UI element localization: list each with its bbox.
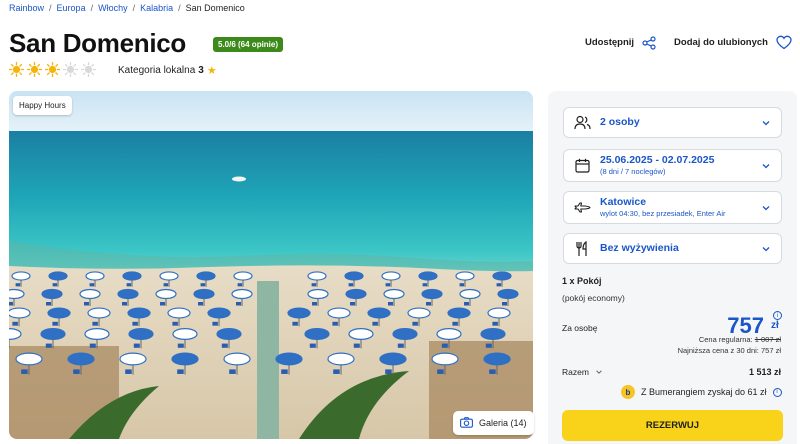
gallery-label: Galeria (14) [479, 418, 527, 428]
beach-photo [9, 91, 533, 439]
gallery-button[interactable]: Galeria (14) [453, 411, 534, 435]
lowest-price-30-days: Najniższa cena z 30 dni: 757 zł [677, 346, 781, 355]
flight-info: wylot 04:30, bez przesiadek, Enter Air [600, 209, 726, 218]
category-value: 3 [198, 65, 204, 76]
breadcrumb-separator: / [90, 3, 94, 13]
happy-hours-badge: Happy Hours [13, 96, 72, 115]
regular-price: Cena regularna: 1 007 zł [699, 335, 781, 344]
price-currency: zł [771, 320, 779, 331]
bumerang-text: Z Bumerangiem zyskaj do 61 zł [641, 387, 767, 397]
sun-empty-icon [81, 62, 96, 77]
category-label: Kategoria lokalna [118, 65, 196, 76]
breadcrumb-europa[interactable]: Europa [57, 3, 86, 13]
users-icon [573, 114, 591, 132]
airplane-icon [573, 199, 591, 217]
sun-filled-icon [27, 62, 42, 77]
top-actions: Udostępnij Dodaj do ulubionych [585, 35, 792, 50]
bumerang-logo-icon: b [621, 385, 635, 399]
favorite-label: Dodaj do ulubionych [674, 37, 768, 48]
share-label: Udostępnij [584, 37, 635, 48]
sun-rating [9, 62, 96, 77]
share-button[interactable]: Udostępnij [584, 35, 656, 50]
regular-price-label: Cena regularna: [698, 335, 753, 344]
hotel-photo[interactable] [9, 91, 533, 439]
star-icon: ★ [206, 65, 217, 77]
sun-empty-icon [63, 62, 78, 77]
chevron-down-icon [762, 163, 770, 168]
board-select[interactable]: Bez wyżywienia [563, 233, 782, 264]
dates-value: 25.06.2025 - 02.07.2025 [600, 154, 715, 166]
guests-value: 2 osoby [600, 116, 640, 128]
chevron-down-icon [762, 205, 770, 210]
total-price: 1 513 zł [748, 367, 781, 377]
total-label: Razem [562, 367, 589, 377]
per-person-label: Za osobę [562, 323, 598, 333]
chevron-down-icon [762, 120, 770, 125]
breadcrumb-rainbow[interactable]: Rainbow [9, 3, 44, 13]
dates-select[interactable]: 25.06.2025 - 02.07.2025 (8 dni / 7 nocle… [563, 149, 782, 182]
chevron-down-icon [596, 370, 602, 374]
departure-select[interactable]: Katowice wylot 04:30, bez przesiadek, En… [563, 191, 782, 224]
room-count: 1 x Pokój [562, 276, 602, 286]
chevron-down-icon [762, 246, 770, 251]
calendar-icon [573, 157, 591, 175]
room-type: (pokój economy) [562, 293, 625, 303]
breadcrumb: Rainbow / Europa / Włochy / Kalabria / S… [9, 3, 245, 13]
heart-icon [776, 35, 792, 50]
favorite-button[interactable]: Dodaj do ulubionych [674, 35, 792, 50]
guests-select[interactable]: 2 osoby [563, 107, 782, 138]
board-value: Bez wyżywienia [600, 242, 679, 254]
sun-filled-icon [45, 62, 60, 77]
breadcrumb-separator: / [178, 3, 181, 13]
rating-badge[interactable]: 5.0/6 (64 opinie) [213, 37, 284, 52]
info-icon[interactable]: i [773, 311, 782, 320]
regular-price-value: 1 007 zł [754, 335, 781, 344]
breadcrumb-kalabria[interactable]: Kalabria [140, 3, 173, 13]
breadcrumb-current: San Domenico [185, 3, 245, 13]
camera-icon [460, 416, 473, 430]
breadcrumb-separator: / [49, 3, 52, 13]
departure-city: Katowice [600, 196, 647, 208]
bumerang-promo: b Z Bumerangiem zyskaj do 61 zł i [621, 385, 782, 399]
reserve-button[interactable]: REZERWUJ [562, 410, 783, 441]
breadcrumb-separator: / [132, 3, 136, 13]
local-category: Kategoria lokalna 3 ★ [118, 64, 217, 77]
nights-value: (8 dni / 7 noclegów) [600, 167, 666, 176]
share-icon [642, 35, 656, 50]
hotel-title: San Domenico [9, 28, 186, 58]
breadcrumb-wlochy[interactable]: Włochy [98, 3, 128, 13]
total-toggle[interactable]: Razem [562, 367, 603, 377]
sun-filled-icon [9, 62, 24, 77]
info-icon[interactable]: i [772, 387, 782, 397]
cutlery-icon [573, 240, 591, 258]
